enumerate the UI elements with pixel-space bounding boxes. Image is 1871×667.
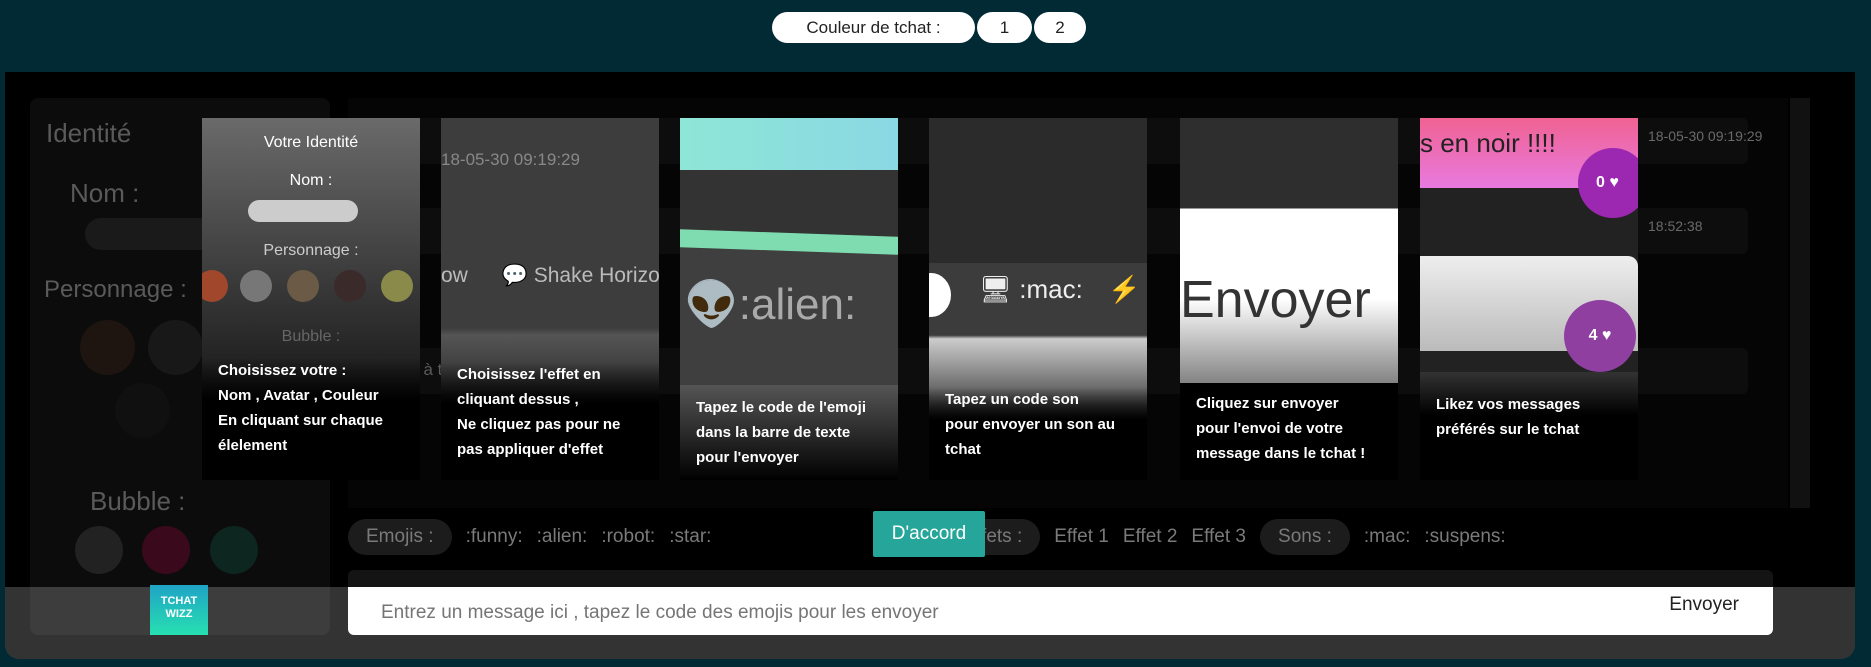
like-count: 4 — [1588, 327, 1598, 344]
caption-line: Choisissez votre : — [218, 362, 347, 379]
caption-line: pour l'envoi de votre — [1196, 420, 1343, 437]
tutorial-card-emoji: 👽:alien: Tapez le code de l'emoji dans l… — [680, 118, 898, 480]
caption-line: pour l'envoyer — [696, 449, 799, 466]
caption-line: préférés sur le tchat — [1436, 421, 1580, 438]
preview-avatar — [334, 270, 366, 302]
preview-name-label: Nom : — [289, 172, 333, 189]
sound-mac[interactable]: :mac: — [1364, 526, 1410, 548]
emojis-label: Emojis : — [348, 519, 452, 555]
card-caption: Choisissez votre : Nom , Avatar , Couleu… — [202, 358, 420, 480]
computer-icon: 🖥 — [979, 274, 1013, 304]
like-button: 0 ♥ — [1578, 148, 1638, 218]
caption-line: pour envoyer un son au — [945, 416, 1116, 433]
send-button[interactable]: Envoyer — [1669, 594, 1739, 616]
alien-icon: 👽 — [684, 280, 739, 329]
preview-effect: Shake Horizo — [533, 264, 659, 287]
lightning-icon: ⚡ — [1108, 274, 1141, 304]
effect-3[interactable]: Effet 3 — [1191, 526, 1246, 548]
tutorial-card-like: s en noir !!!! 0 ♥ 4 ♥ Likez vos message… — [1420, 118, 1638, 480]
preview-toggle — [929, 273, 951, 317]
caption-line: élelement — [218, 437, 288, 454]
caption-line: tchat — [945, 441, 981, 458]
message-bar: Envoyer — [348, 570, 1773, 635]
message-input[interactable] — [348, 587, 1648, 635]
speech-bubble-icon: 💬 — [501, 264, 528, 287]
preview-name-input — [248, 200, 358, 222]
caption-line: cliquant dessus , — [457, 391, 579, 408]
caption-line: Cliquez sur envoyer — [1196, 395, 1339, 412]
character-label: Personnage : — [44, 276, 187, 303]
preview-timestamp: 18-05-30 09:19:29 — [441, 150, 580, 169]
preview-effects-row: ow 💬 Shake Horizo — [441, 264, 659, 288]
preview-avatar — [287, 270, 319, 302]
preview-teal-bubble — [680, 118, 898, 170]
chat-message-timestamp: 18-05-30 09:19:29 — [1648, 128, 1763, 144]
caption-line: Likez vos messages — [1436, 396, 1581, 413]
avatar[interactable] — [80, 320, 135, 375]
heart-icon: ♥ — [1609, 174, 1619, 191]
preview-sound-row: 🖥 :mac: ⚡ — [979, 274, 1140, 305]
heart-icon: ♥ — [1601, 327, 1612, 344]
caption-line: Choisissez l'effet en — [457, 366, 601, 383]
bubble-color-green[interactable] — [210, 526, 258, 574]
emoji-robot[interactable]: :robot: — [601, 526, 655, 548]
like-button: 4 ♥ — [1564, 300, 1636, 372]
card-caption: Choisissez l'effet en cliquant dessus , … — [441, 362, 659, 480]
tutorial-card-send: Envoyer Cliquez sur envoyer pour l'envoi… — [1180, 118, 1398, 480]
emoji-star[interactable]: :star: — [669, 526, 711, 548]
preview-code: :mac: — [1019, 274, 1083, 304]
caption-line: En cliquant sur chaque — [218, 412, 384, 429]
identity-title: Identité — [46, 118, 132, 148]
tutorial-card-effects: 18-05-30 09:19:29 ow 💬 Shake Horizo Choi… — [441, 118, 659, 480]
sounds-label: Sons : — [1260, 519, 1350, 555]
caption-line: dans la barre de texte — [696, 424, 851, 441]
caption-line: Tapez un code son — [945, 391, 1079, 408]
preview-emoji-code: 👽:alien: — [684, 278, 856, 330]
caption-line: Nom , Avatar , Couleur — [218, 387, 379, 404]
preview-code: :alien: — [738, 280, 857, 329]
preview-title: Votre Identité — [263, 134, 359, 151]
chat-color-option-2[interactable]: 2 — [1034, 12, 1086, 43]
chat-color-label: Couleur de tchat : — [772, 12, 975, 43]
sound-suspens[interactable]: :suspens: — [1424, 526, 1505, 548]
preview-effect: ow — [441, 264, 468, 287]
avatar[interactable] — [148, 320, 203, 375]
confirm-button[interactable]: D'accord — [873, 511, 985, 557]
avatar[interactable] — [115, 383, 170, 438]
emoji-alien[interactable]: :alien: — [537, 526, 588, 548]
card-caption: Likez vos messages préférés sur le tchat — [1420, 372, 1638, 480]
preview-avatar — [202, 270, 228, 302]
preview-bubble-label: Bubble : — [281, 328, 341, 345]
caption-line: pas appliquer d'effet — [457, 441, 604, 458]
card-caption: Tapez un code son pour envoyer un son au… — [929, 387, 1147, 480]
preview-character-label: Personnage : — [263, 242, 359, 259]
bubble-color-pink[interactable] — [142, 526, 190, 574]
caption-line: message dans le tchat ! — [1196, 445, 1366, 462]
preview-avatar — [381, 270, 413, 302]
chat-color-option-1[interactable]: 1 — [977, 12, 1032, 43]
bubble-color-gray[interactable] — [75, 526, 123, 574]
tutorial-card-identity: Votre Identité Nom : Personnage : Bubble… — [202, 118, 420, 480]
chat-scrollbar[interactable] — [1790, 98, 1810, 508]
card-caption: Tapez le code de l'emoji dans la barre d… — [680, 385, 898, 480]
effect-1[interactable]: Effet 1 — [1054, 526, 1109, 548]
caption-line: Tapez le code de l'emoji — [696, 399, 867, 416]
effect-2[interactable]: Effet 2 — [1123, 526, 1178, 548]
emoji-funny[interactable]: :funny: — [466, 526, 523, 548]
name-label: Nom : — [70, 178, 140, 208]
preview-avatar — [240, 270, 272, 302]
tchat-wizz-logo: TCHAT WIZZ — [150, 585, 208, 635]
card-caption: Cliquez sur envoyer pour l'envoi de votr… — [1180, 383, 1398, 480]
caption-line: Ne cliquez pas pour ne — [457, 416, 621, 433]
preview-message-text: s en noir !!!! — [1420, 128, 1556, 158]
like-count: 0 — [1596, 174, 1605, 191]
preview-send-button: Envoyer — [1180, 271, 1371, 329]
bubble-label: Bubble : — [90, 486, 186, 516]
tutorial-card-sound: 🖥 :mac: ⚡ Tapez un code son pour envoyer… — [929, 118, 1147, 480]
chat-message-timestamp: 18:52:38 — [1648, 218, 1703, 234]
